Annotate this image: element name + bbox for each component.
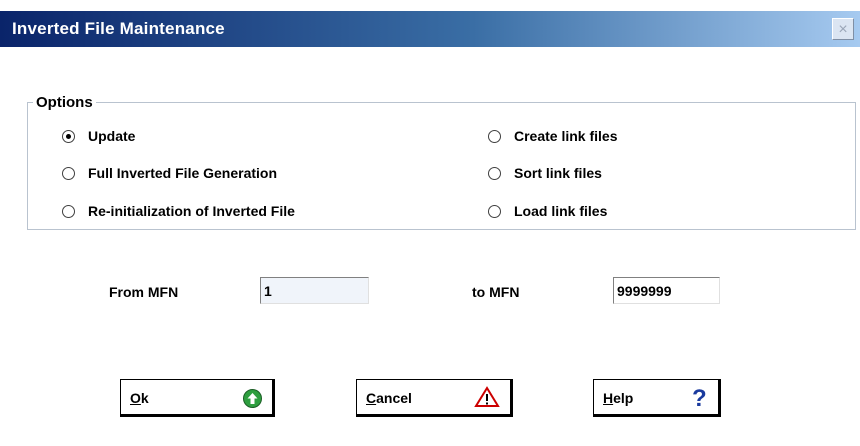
from-mfn-label: From MFN <box>109 284 179 300</box>
radio-full-generation[interactable]: Full Inverted File Generation <box>62 165 277 181</box>
window-title: Inverted File Maintenance <box>12 19 225 38</box>
svg-text:?: ? <box>692 385 707 409</box>
options-group-label: Options <box>33 94 96 111</box>
help-button-label: Help <box>603 390 634 406</box>
radio-reinitialization-indicator[interactable] <box>62 204 75 218</box>
radio-reinitialization[interactable]: Re-initialization of Inverted File <box>62 203 295 219</box>
radio-load-link-files-label: Load link files <box>514 203 608 219</box>
radio-update-label: Update <box>88 128 136 144</box>
radio-full-generation-indicator[interactable] <box>62 166 75 180</box>
radio-sort-link-files-label: Sort link files <box>514 165 602 181</box>
radio-load-link-files-indicator[interactable] <box>488 204 501 218</box>
ok-button[interactable]: Ok <box>120 379 275 417</box>
radio-reinitialization-label: Re-initialization of Inverted File <box>88 203 295 219</box>
radio-sort-link-files-indicator[interactable] <box>488 166 501 180</box>
to-mfn-input[interactable] <box>613 277 720 304</box>
green-up-arrow-icon <box>243 388 262 408</box>
radio-load-link-files[interactable]: Load link files <box>488 203 607 219</box>
radio-sort-link-files[interactable]: Sort link files <box>488 165 602 181</box>
title-bar[interactable]: Inverted File Maintenance × <box>0 0 860 60</box>
dialog-window: Inverted File Maintenance × Options Upda… <box>0 0 860 446</box>
radio-update[interactable]: Update <box>62 128 135 144</box>
to-mfn-label: to MFN <box>472 284 520 300</box>
cancel-button-label: Cancel <box>366 390 412 406</box>
from-mfn-input[interactable] <box>260 277 369 304</box>
warning-triangle-icon <box>474 385 500 411</box>
question-mark-icon: ? <box>690 385 708 412</box>
radio-create-link-files-indicator[interactable] <box>488 129 501 143</box>
radio-update-indicator[interactable] <box>62 129 75 143</box>
cancel-button[interactable]: Cancel <box>356 379 513 417</box>
ok-button-label: Ok <box>130 390 149 406</box>
radio-full-generation-label: Full Inverted File Generation <box>88 165 278 181</box>
radio-create-link-files[interactable]: Create link files <box>488 128 618 144</box>
radio-create-link-files-label: Create link files <box>514 128 618 144</box>
close-button[interactable]: × <box>832 18 854 40</box>
help-button[interactable]: Help ? <box>593 379 721 417</box>
